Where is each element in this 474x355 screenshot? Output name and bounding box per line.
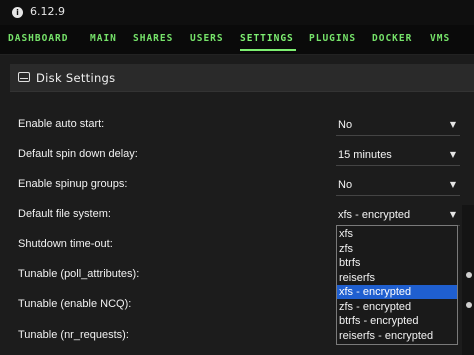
active-tab-indicator [240,49,296,51]
option-reiserfs[interactable]: reiserfs [337,271,457,285]
nav-plugins[interactable]: PLUGINS [309,33,356,44]
section-header: Disk Settings [10,64,474,92]
option-btrfs[interactable]: btrfs [337,256,457,270]
chevron-down-icon: ▼ [449,180,456,189]
chevron-down-icon: ▼ [449,120,456,129]
disk-icon [18,72,30,82]
option-reiserfs-encrypted[interactable]: reiserfs - encrypted [337,329,457,343]
radio-control[interactable] [466,272,472,278]
radio-control[interactable] [466,302,472,308]
nav-settings[interactable]: SETTINGS [240,33,294,44]
option-zfs-encrypted[interactable]: zfs - encrypted [337,300,457,314]
file-system-dropdown[interactable]: xfs zfs btrfs reiserfs xfs - encrypted z… [336,225,458,345]
spin-down-label: Default spin down delay: [18,148,138,160]
nav-dashboard[interactable]: DASHBOARD [8,33,68,44]
nav-users[interactable]: USERS [190,33,224,44]
chevron-down-icon: ▼ [449,150,456,159]
option-xfs-encrypted[interactable]: xfs - encrypted [337,285,457,299]
nav-shares[interactable]: SHARES [133,33,173,44]
spinup-groups-value: No [338,179,353,191]
spinup-groups-select[interactable]: No ▼ [336,176,460,196]
chevron-down-icon: ▼ [449,210,456,219]
file-system-value: xfs - encrypted [338,209,411,221]
auto-start-value: No [338,119,353,131]
nav-main[interactable]: MAIN [90,33,117,44]
file-system-label: Default file system: [18,208,111,220]
nav-vms[interactable]: VMS [430,33,450,44]
nav-docker[interactable]: DOCKER [372,33,412,44]
shutdown-timeout-label: Shutdown time-out: [18,238,113,250]
nr-requests-label: Tunable (nr_requests): [18,329,129,341]
top-bar: i 6.12.9 [0,0,474,25]
section-title: Disk Settings [36,71,116,85]
spin-down-value: 15 minutes [338,149,392,161]
main-nav: DASHBOARD MAIN SHARES USERS SETTINGS PLU… [0,25,474,55]
enable-ncq-label: Tunable (enable NCQ): [18,298,132,310]
scroll-edge [462,205,474,355]
option-xfs[interactable]: xfs [337,227,457,241]
auto-start-select[interactable]: No ▼ [336,116,460,136]
poll-attributes-label: Tunable (poll_attributes): [18,268,140,280]
auto-start-label: Enable auto start: [18,118,105,130]
version-label: 6.12.9 [30,5,65,18]
info-icon: i [12,7,23,18]
spin-down-select[interactable]: 15 minutes ▼ [336,146,460,166]
spinup-groups-label: Enable spinup groups: [18,178,128,190]
option-btrfs-encrypted[interactable]: btrfs - encrypted [337,314,457,328]
option-zfs[interactable]: zfs [337,242,457,256]
file-system-select[interactable]: xfs - encrypted ▼ [336,206,460,226]
